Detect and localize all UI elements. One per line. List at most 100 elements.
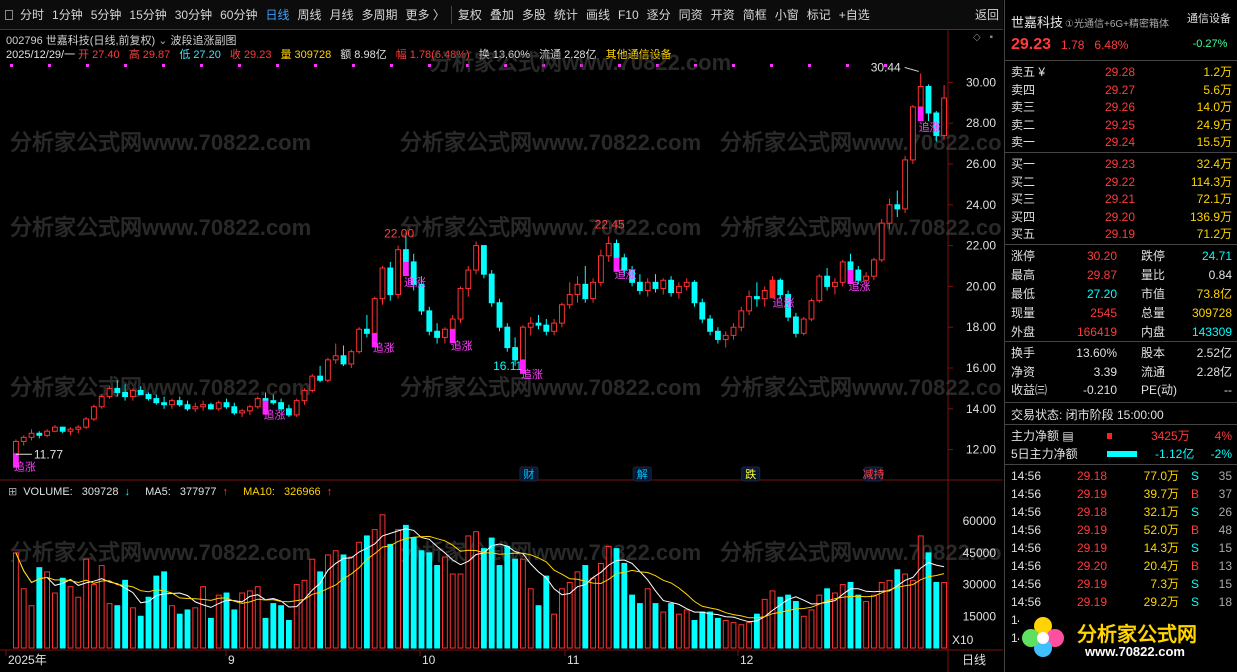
volume-tick-label: 45000 [963,546,997,560]
candle-body [886,204,893,224]
bid-volume: 32.4万 [1196,157,1232,171]
volume-bar [668,603,675,649]
volume-bar [582,565,589,649]
volume-bar [519,558,526,649]
stat-label: PE(动) [1141,383,1178,397]
stat-row: 收益㈢ -0.210 PE(动) -- [1011,381,1232,399]
price-pct: 6.48% [1094,38,1129,52]
sector-box[interactable]: 通信设备 [1183,10,1235,26]
candle-body [106,387,113,398]
tick-side: S [1191,505,1200,519]
volume-bar [597,562,604,649]
tick-volume: 32.1万 [1143,505,1179,519]
tick-side: S [1191,541,1200,555]
panel-divider [1005,244,1237,245]
bid-price: 29.23 [1104,157,1135,171]
candle-body [831,281,838,287]
stat-label: 现量 [1011,306,1036,320]
candle-body [223,402,230,408]
volume-bar [145,596,152,649]
signal-label: 追涨 [773,296,795,310]
volume-bar [847,581,854,649]
low-price-label: 11.77 [34,447,63,461]
tick-row: 14:56 29.19 39.7万 B 37 [1011,485,1232,503]
volume-bar [449,573,456,649]
concept-label: ①光通信+6G+精密箱体 [1065,19,1169,30]
signal-label: 追涨 [451,338,473,352]
tick-volume: 39.7万 [1143,487,1179,501]
flow5-bar [1107,451,1137,457]
candle-body [870,259,877,277]
candle-body [691,281,698,304]
volume-bar [512,558,519,649]
panel-divider [1005,341,1237,342]
candle-body [480,245,487,275]
bid-price: 29.19 [1104,227,1135,241]
candle-body [590,281,597,300]
candle-body [746,296,753,312]
volume-bar [941,581,948,649]
tick-time: 14:56 [1011,541,1042,555]
volume-bar [746,622,753,649]
candle-body [356,328,363,353]
volume-bar [371,529,378,649]
volume-bar [285,620,292,649]
volume-bar [192,607,199,649]
name-row: 世嘉科技 ①光通信+6G+精密箱体 [1011,12,1181,31]
volume-bar [301,579,308,649]
volume-bar [761,598,768,649]
candle-body [293,400,300,416]
main-flow-bar [1107,433,1112,439]
volume-bar [122,579,129,649]
volume-bar [800,615,807,649]
volume-collapse-icon[interactable]: ⊞ [8,486,17,498]
volume-bar [114,605,121,649]
candle-body [722,334,729,340]
volume-bar [909,579,916,649]
logo-url: www.70822.com [1085,644,1185,659]
ask-level: 卖三 [1011,100,1036,114]
watermark-text: 分析家公式网www.70822.com [720,130,1003,155]
candle-body [660,279,667,289]
time-tick-label: 9 [228,653,235,667]
main-flow-row: 主力净额 ▤ 3425万 4% [1011,427,1232,445]
candle-body [683,281,690,287]
watermark-text: 分析家公式网www.70822.com [400,215,701,240]
candle-body [808,300,815,320]
volume-bar [457,573,464,649]
volume-bar [535,605,542,649]
ask-volume: 14.0万 [1196,100,1232,114]
volume-bar [12,552,19,649]
candle-body [184,404,191,410]
volume-bar [340,554,347,649]
stat-label: 最低 [1011,287,1036,301]
volume-bar [636,603,643,649]
volume-bar [168,605,175,649]
candle-body [753,296,760,300]
ask-price: 29.24 [1104,135,1135,149]
candle-body [675,285,682,294]
candle-body [44,430,51,436]
bid-volume: 114.3万 [1190,174,1232,189]
candle-body [246,406,253,412]
price-tick-label: 22.00 [966,239,996,253]
panel-divider [1005,60,1237,61]
tick-row: 14:56 29.18 32.1万 S 26 [1011,503,1232,521]
volume-bar [629,594,636,649]
ask-volume: 1.2万 [1203,65,1232,79]
stat-value: 27.20 [1086,287,1117,301]
ask-row: 卖三 29.26 14.0万 [1011,98,1232,116]
tick-count: 18 [1218,595,1232,609]
volume-bar [894,569,901,649]
volume-bar [870,594,877,649]
candle-body [558,304,565,324]
stat-value: 2.28亿 [1196,364,1232,379]
candle-body [644,281,651,291]
stat-value: 73.8亿 [1196,287,1232,301]
candle-body [20,436,27,442]
volume-bar [44,571,51,649]
tick-volume: 20.4万 [1143,559,1179,573]
candle-body [90,406,97,420]
volume-bar [824,588,831,649]
tick-count: 15 [1218,577,1232,591]
